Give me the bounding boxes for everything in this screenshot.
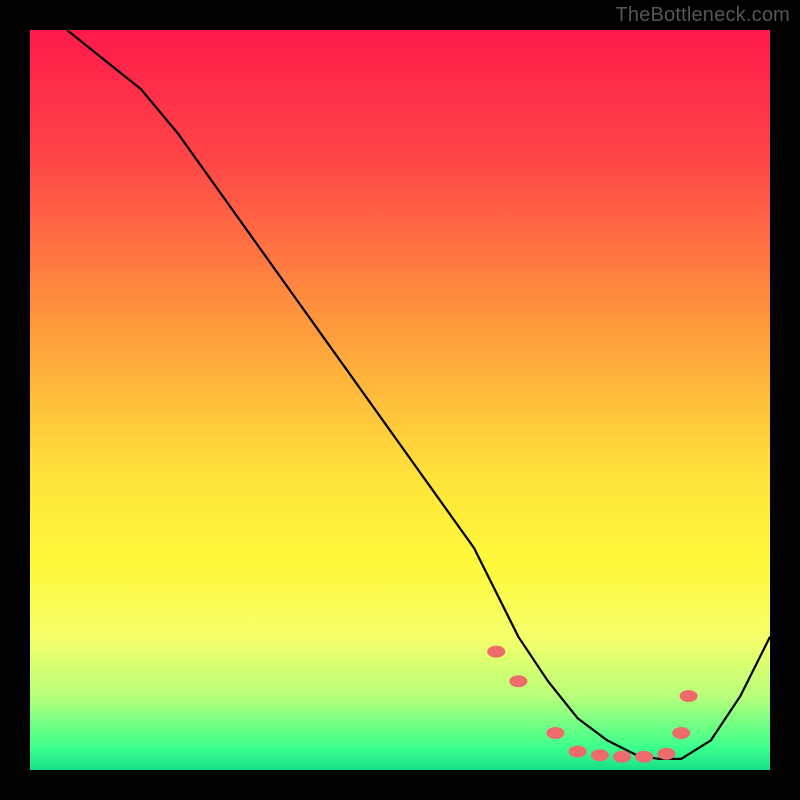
marker-point [672,727,690,739]
marker-point [680,690,698,702]
marker-point [569,746,587,758]
watermark-text: TheBottleneck.com [615,4,790,27]
marker-point [635,751,653,763]
marker-point [613,751,631,763]
marker-point [546,727,564,739]
marker-point [487,646,505,658]
marker-point [591,749,609,761]
chart-frame: TheBottleneck.com [0,0,800,800]
marker-point [509,675,527,687]
gradient-background [30,30,770,770]
plot-area [30,30,770,770]
chart-svg [30,30,770,770]
marker-point [657,748,675,760]
